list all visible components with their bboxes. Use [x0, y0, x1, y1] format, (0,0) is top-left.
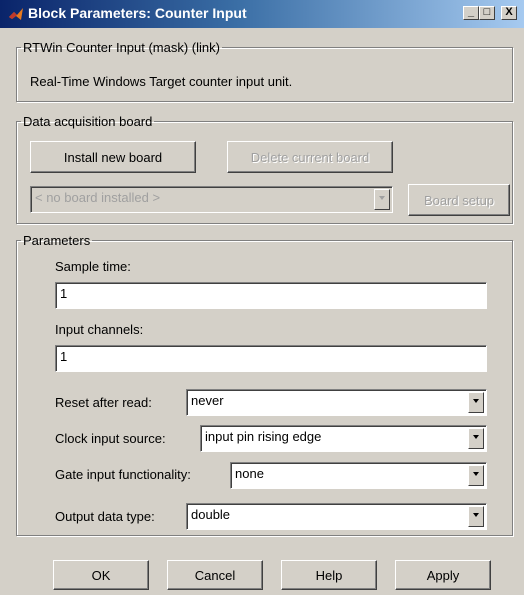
ok-button[interactable]: OK: [53, 560, 149, 590]
close-button[interactable]: X: [501, 6, 517, 20]
gate-input-functionality-select[interactable]: none: [230, 462, 487, 489]
close-icon: X: [505, 6, 513, 18]
output-data-type-value: double: [191, 507, 231, 522]
sample-time-field[interactable]: 1: [55, 282, 487, 309]
help-button[interactable]: Help: [281, 560, 377, 590]
chevron-down-icon[interactable]: [468, 465, 484, 486]
sample-time-label: Sample time:: [55, 259, 131, 274]
apply-button[interactable]: Apply: [395, 560, 491, 590]
mask-description: Real-Time Windows Target counter input u…: [30, 74, 293, 89]
window-title: Block Parameters: Counter Input: [28, 5, 247, 21]
matlab-logo-icon: [8, 6, 24, 22]
clock-input-source-value: input pin rising edge: [205, 429, 322, 444]
maximize-button[interactable]: □: [479, 6, 495, 20]
chevron-down-icon[interactable]: [468, 428, 484, 449]
gate-input-functionality-label: Gate input functionality:: [55, 467, 191, 482]
parameters-legend: Parameters: [23, 233, 91, 248]
gate-input-functionality-value: none: [235, 466, 264, 481]
daq-legend: Data acquisition board: [23, 114, 153, 129]
chevron-down-icon[interactable]: [468, 506, 484, 527]
dialog-window: Block Parameters: Counter Input _ □ X RT…: [0, 0, 524, 595]
reset-after-read-value: never: [191, 393, 224, 408]
board-select-value: < no board installed >: [35, 190, 161, 205]
mask-description-group: RTWin Counter Input (mask) (link): [16, 40, 513, 102]
cancel-button[interactable]: Cancel: [167, 560, 263, 590]
parameters-group: Parameters: [16, 233, 513, 536]
input-channels-label: Input channels:: [55, 322, 144, 337]
board-select[interactable]: < no board installed >: [30, 186, 393, 213]
input-channels-field[interactable]: 1: [55, 345, 487, 372]
clock-input-source-select[interactable]: input pin rising edge: [200, 425, 487, 452]
clock-input-source-label: Clock input source:: [55, 431, 166, 446]
delete-current-board-button[interactable]: Delete current board: [227, 141, 393, 173]
maximize-icon: □: [483, 6, 491, 18]
title-bar[interactable]: Block Parameters: Counter Input _ □ X: [0, 0, 524, 28]
install-new-board-button[interactable]: Install new board: [30, 141, 196, 173]
minimize-icon: _: [467, 6, 475, 18]
reset-after-read-select[interactable]: never: [186, 389, 487, 416]
output-data-type-select[interactable]: double: [186, 503, 487, 530]
chevron-down-icon[interactable]: [468, 392, 484, 413]
chevron-down-icon[interactable]: [374, 189, 390, 210]
reset-after-read-label: Reset after read:: [55, 395, 152, 410]
board-setup-button[interactable]: Board setup: [408, 184, 510, 216]
output-data-type-label: Output data type:: [55, 509, 155, 524]
minimize-button[interactable]: _: [463, 6, 479, 20]
mask-legend: RTWin Counter Input (mask) (link): [23, 40, 220, 55]
